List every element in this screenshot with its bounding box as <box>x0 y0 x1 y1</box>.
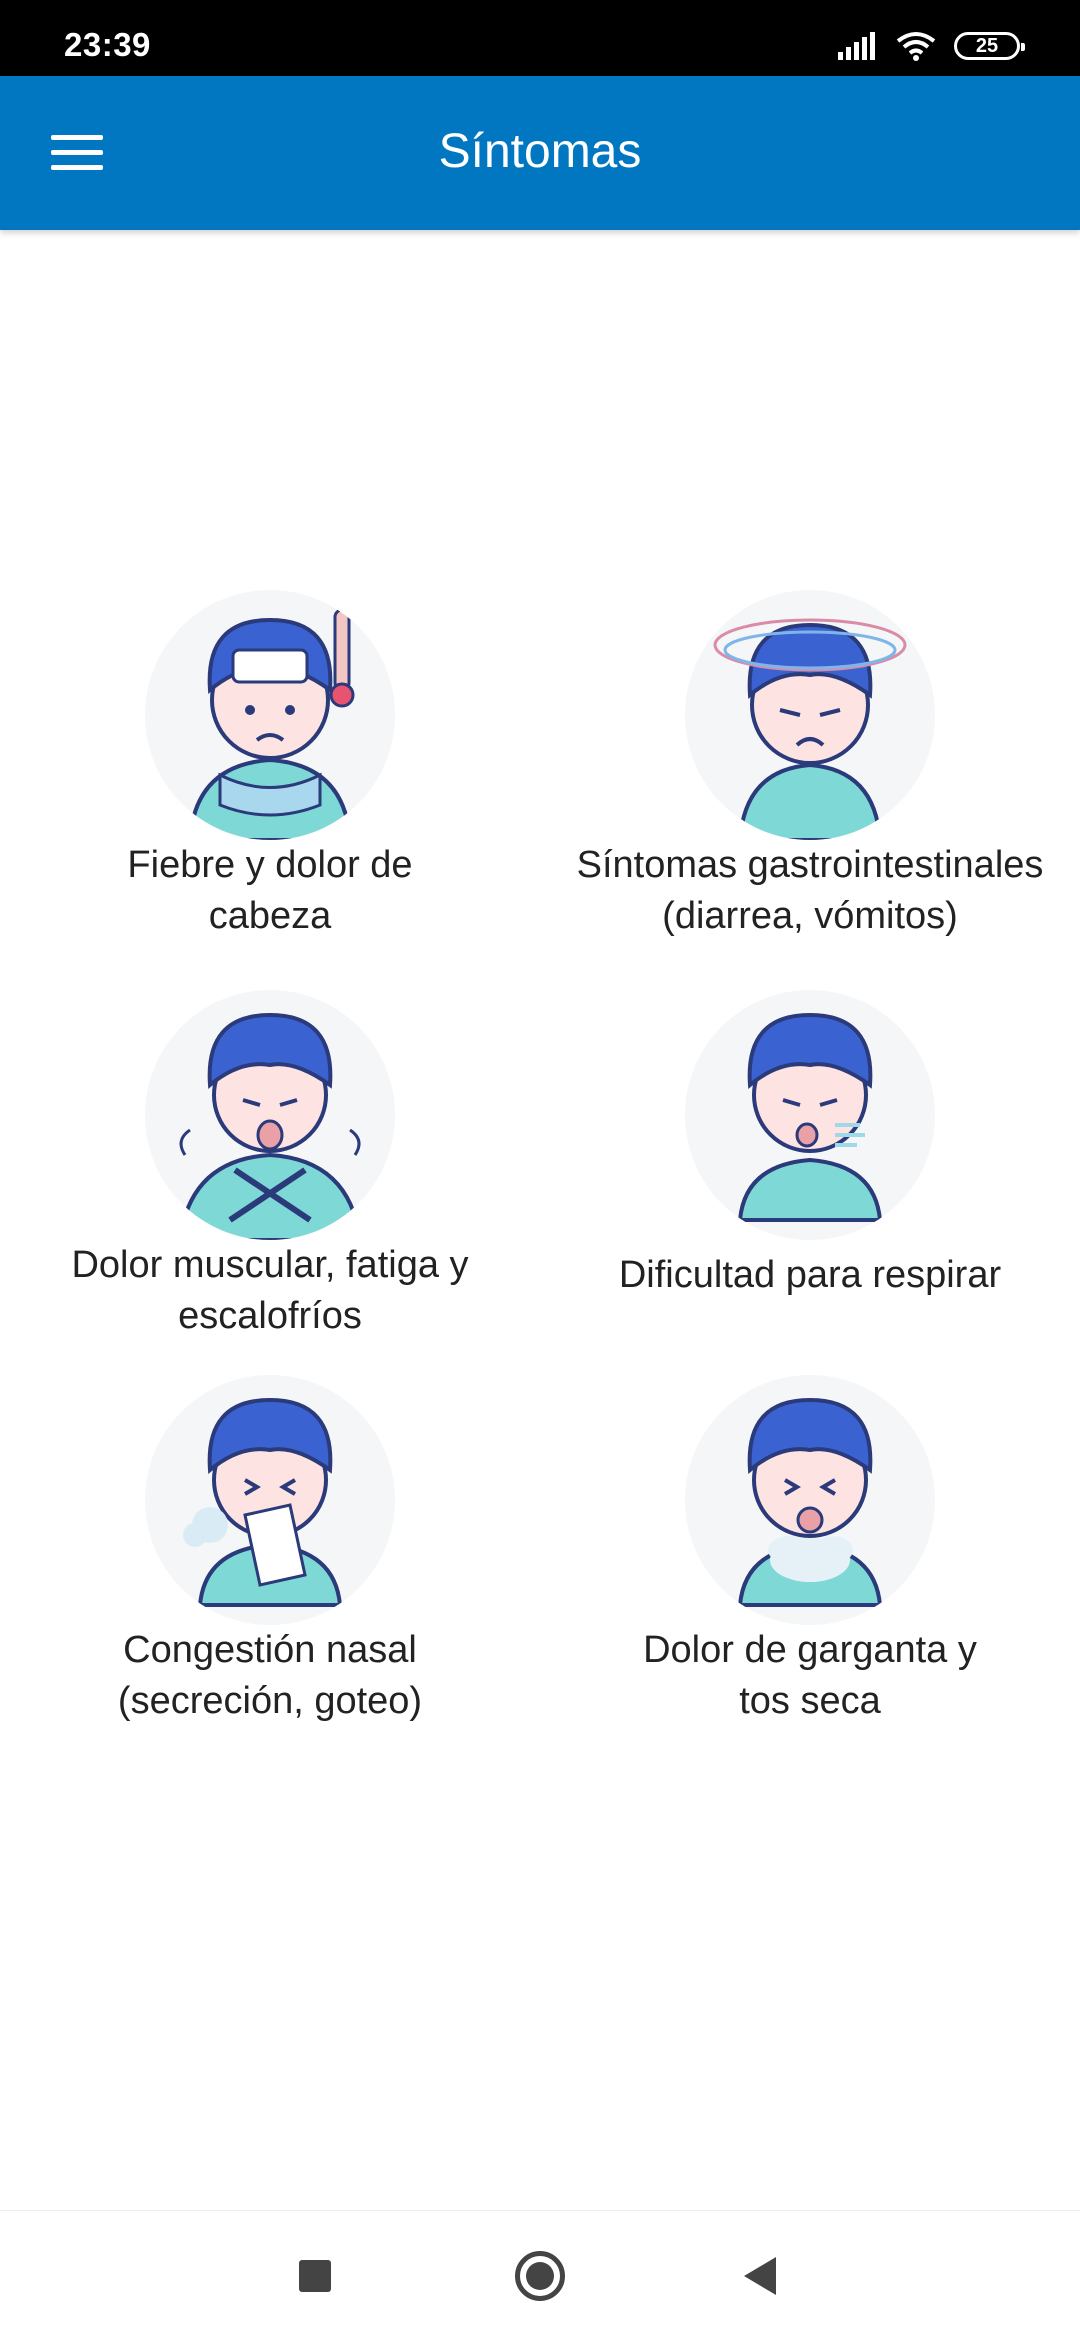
signal-icon <box>838 32 875 60</box>
symptom-label: Síntomas gastrointestinales (diarrea, vó… <box>576 844 1044 937</box>
cough-illustration <box>685 1375 935 1625</box>
app-bar: Síntomas <box>0 76 1080 230</box>
symptom-label: Dolor de garganta y tos seca <box>643 1629 977 1722</box>
recents-icon <box>299 2260 331 2292</box>
runny-nose-illustration <box>145 1375 395 1625</box>
dizzy-illustration <box>685 590 935 840</box>
system-nav-bar <box>0 2210 1080 2340</box>
battery-icon: 25 <box>954 32 1025 60</box>
status-time: 23:39 <box>64 26 151 63</box>
fever-headache-illustration <box>145 590 395 840</box>
symptom-label: Congestión nasal (secreción, goteo) <box>117 1629 423 1722</box>
symptom-label: Dolor muscular, fatiga y escalofríos <box>71 1244 469 1337</box>
status-icons: 25 <box>838 28 1025 64</box>
back-button[interactable] <box>725 2241 795 2311</box>
status-bar: 23:39 25 <box>0 0 1080 76</box>
back-icon <box>744 2257 776 2295</box>
page-title: Síntomas <box>438 125 642 178</box>
symptom-label: Dificultad para respirar <box>618 1254 1002 1296</box>
wifi-icon <box>896 32 936 61</box>
recents-button[interactable] <box>280 2241 350 2311</box>
battery-level: 25 <box>975 35 999 57</box>
home-icon <box>515 2251 565 2301</box>
symptom-label: Fiebre y dolor de cabeza <box>127 844 413 937</box>
home-button[interactable] <box>505 2241 575 2311</box>
breathing-difficulty-illustration <box>685 990 935 1240</box>
chills-illustration <box>145 990 395 1240</box>
